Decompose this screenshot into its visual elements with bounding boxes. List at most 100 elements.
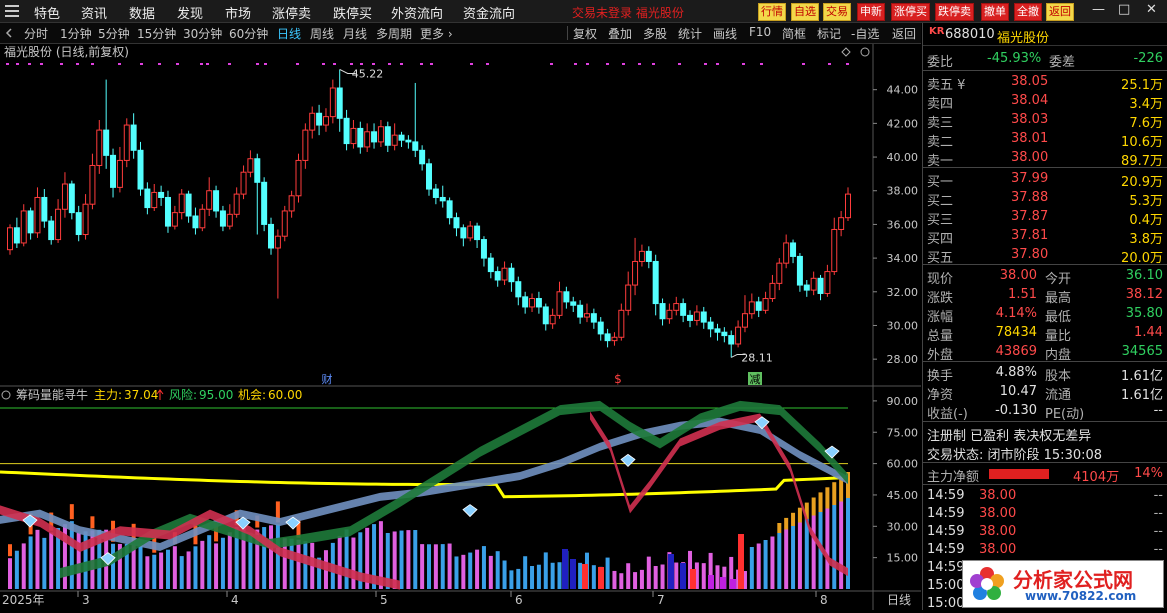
- more-periods[interactable]: 更多 ›: [420, 25, 453, 42]
- bid-level[interactable]: 买三 37.87 0.4万: [927, 207, 1163, 228]
- menu-data[interactable]: 数据: [129, 3, 155, 22]
- signal-dot: [200, 63, 203, 65]
- ask-level[interactable]: 卖四 38.04 3.4万: [927, 91, 1163, 112]
- indicator-bar: [296, 539, 301, 589]
- candle-body: [110, 154, 117, 188]
- capital-bar: [582, 564, 588, 589]
- close-button[interactable]: ✕: [1146, 2, 1157, 17]
- quick-button[interactable]: 行情: [758, 3, 786, 21]
- candle-body: [281, 210, 288, 237]
- candle-body: [577, 304, 584, 318]
- signal-dot: [704, 63, 707, 65]
- period-tab[interactable]: 多周期: [376, 25, 412, 42]
- candle-body: [549, 314, 556, 325]
- quote-stat-row: 总量 78434 量比 1.44: [927, 325, 1163, 344]
- indicator-bar: [653, 566, 658, 589]
- candle-body: [769, 282, 776, 300]
- quick-button[interactable]: 跌停卖: [935, 3, 974, 21]
- quick-button[interactable]: 交易: [823, 3, 851, 21]
- quick-button[interactable]: 自选: [791, 3, 819, 21]
- menu-features[interactable]: 特色: [34, 3, 60, 22]
- period-tab-active[interactable]: 日线: [277, 25, 301, 42]
- tool-button[interactable]: F10: [749, 25, 771, 39]
- indicator-bar: [715, 565, 720, 589]
- candle-body: [419, 149, 426, 165]
- maximize-button[interactable]: □: [1118, 2, 1130, 17]
- indicator-main-label: 主力:: [94, 388, 122, 402]
- period-tab[interactable]: 30分钟: [183, 25, 222, 42]
- quote-stat-row: 涨幅 4.14% 最低 35.80: [927, 306, 1163, 325]
- candle-body: [845, 193, 851, 219]
- ask-level[interactable]: 卖一 38.00 89.7万: [927, 148, 1163, 169]
- order-ratio-row: 委比 -45.93% 委差 -226: [927, 51, 1163, 70]
- tool-button[interactable]: 简框: [782, 25, 806, 42]
- indicator-bar: [344, 529, 349, 589]
- indicator-bar: [406, 530, 411, 589]
- capital-bar: [570, 559, 576, 589]
- quick-button[interactable]: 申新: [857, 3, 885, 21]
- menu-discover[interactable]: 发现: [177, 3, 203, 22]
- stock-name: 福光股份: [997, 31, 1050, 46]
- tool-button[interactable]: 多股: [643, 25, 667, 42]
- candle-body: [474, 225, 481, 241]
- candle-body: [391, 134, 398, 146]
- tool-button[interactable]: 统计: [678, 25, 702, 42]
- quick-button[interactable]: 涨停买: [891, 3, 930, 21]
- bid-level[interactable]: 买五 37.80 20.0万: [927, 245, 1163, 266]
- indicator-y-tick-label: 45.00: [887, 489, 919, 502]
- tool-button[interactable]: 标记: [817, 25, 841, 42]
- period-tab[interactable]: 周线: [310, 25, 334, 42]
- quick-button[interactable]: 返回: [1046, 3, 1074, 21]
- period-tab[interactable]: 15分钟: [137, 25, 176, 42]
- tool-button[interactable]: -自选: [851, 25, 879, 42]
- quick-button[interactable]: 全撤: [1014, 3, 1042, 21]
- indicator-hot-bar: [69, 504, 74, 520]
- indicator-hot-bar: [791, 512, 796, 526]
- bid-level[interactable]: 买二 37.88 5.3万: [927, 188, 1163, 209]
- tool-button[interactable]: 返回: [892, 25, 916, 42]
- menu-news[interactable]: 资讯: [81, 3, 107, 22]
- candle-body: [838, 217, 845, 230]
- signal-dot: [6, 63, 9, 65]
- menu-limit-up-sell[interactable]: 涨停卖: [272, 3, 311, 22]
- signal-dot: [372, 63, 375, 65]
- kline-chart[interactable]: 福光股份 (日线,前复权)44.0042.0040.0038.0036.0034…: [0, 44, 921, 610]
- candle-body: [796, 255, 803, 286]
- menu-limit-down-buy[interactable]: 跌停买: [333, 3, 372, 22]
- tool-button[interactable]: 画线: [713, 25, 737, 42]
- period-tab[interactable]: 月线: [343, 25, 367, 42]
- indicator-bar: [433, 544, 438, 589]
- period-tab[interactable]: 分时: [24, 25, 48, 42]
- tool-button[interactable]: 复权: [573, 25, 597, 42]
- indicator-bar: [797, 522, 802, 589]
- indicator-hot-bar: [825, 487, 830, 509]
- indicator-hot-bar: [832, 482, 837, 505]
- period-tab[interactable]: 60分钟: [229, 25, 268, 42]
- ask-level[interactable]: 卖二 38.01 10.6万: [927, 129, 1163, 150]
- candle-body: [515, 281, 522, 298]
- ask-level[interactable]: 卖五 ¥38.05 25.1万: [927, 72, 1163, 93]
- indicator-bar: [502, 560, 507, 589]
- indicator-bar: [207, 535, 212, 589]
- quick-button[interactable]: 撤单: [981, 3, 1009, 21]
- menu-market[interactable]: 市场: [225, 3, 251, 22]
- ask-level[interactable]: 卖三 38.03 7.6万: [927, 110, 1163, 131]
- indicator-y-tick-label: 90.00: [887, 395, 919, 408]
- app-logo-icon[interactable]: [4, 3, 20, 19]
- period-tab[interactable]: 5分钟: [98, 25, 130, 42]
- indicator-bar: [227, 532, 232, 589]
- indicator-bar: [461, 554, 466, 589]
- bid-level[interactable]: 买四 37.81 3.8万: [927, 226, 1163, 247]
- bid-level[interactable]: 买一 37.99 20.9万: [927, 169, 1163, 190]
- menu-capital-flow[interactable]: 资金流向: [463, 3, 515, 22]
- collapse-icon[interactable]: [3, 27, 15, 39]
- quote-stat-row: 涨跌 1.51 最高 38.12: [927, 287, 1163, 306]
- indicator-bar: [152, 554, 157, 589]
- candle-body: [467, 225, 474, 239]
- indicator-bar: [186, 551, 191, 589]
- signal-dot: [350, 63, 353, 65]
- minimize-button[interactable]: —: [1092, 2, 1105, 17]
- period-tab[interactable]: 1分钟: [60, 25, 92, 42]
- tool-button[interactable]: 叠加: [608, 25, 632, 42]
- menu-foreign-flow[interactable]: 外资流向: [391, 3, 443, 22]
